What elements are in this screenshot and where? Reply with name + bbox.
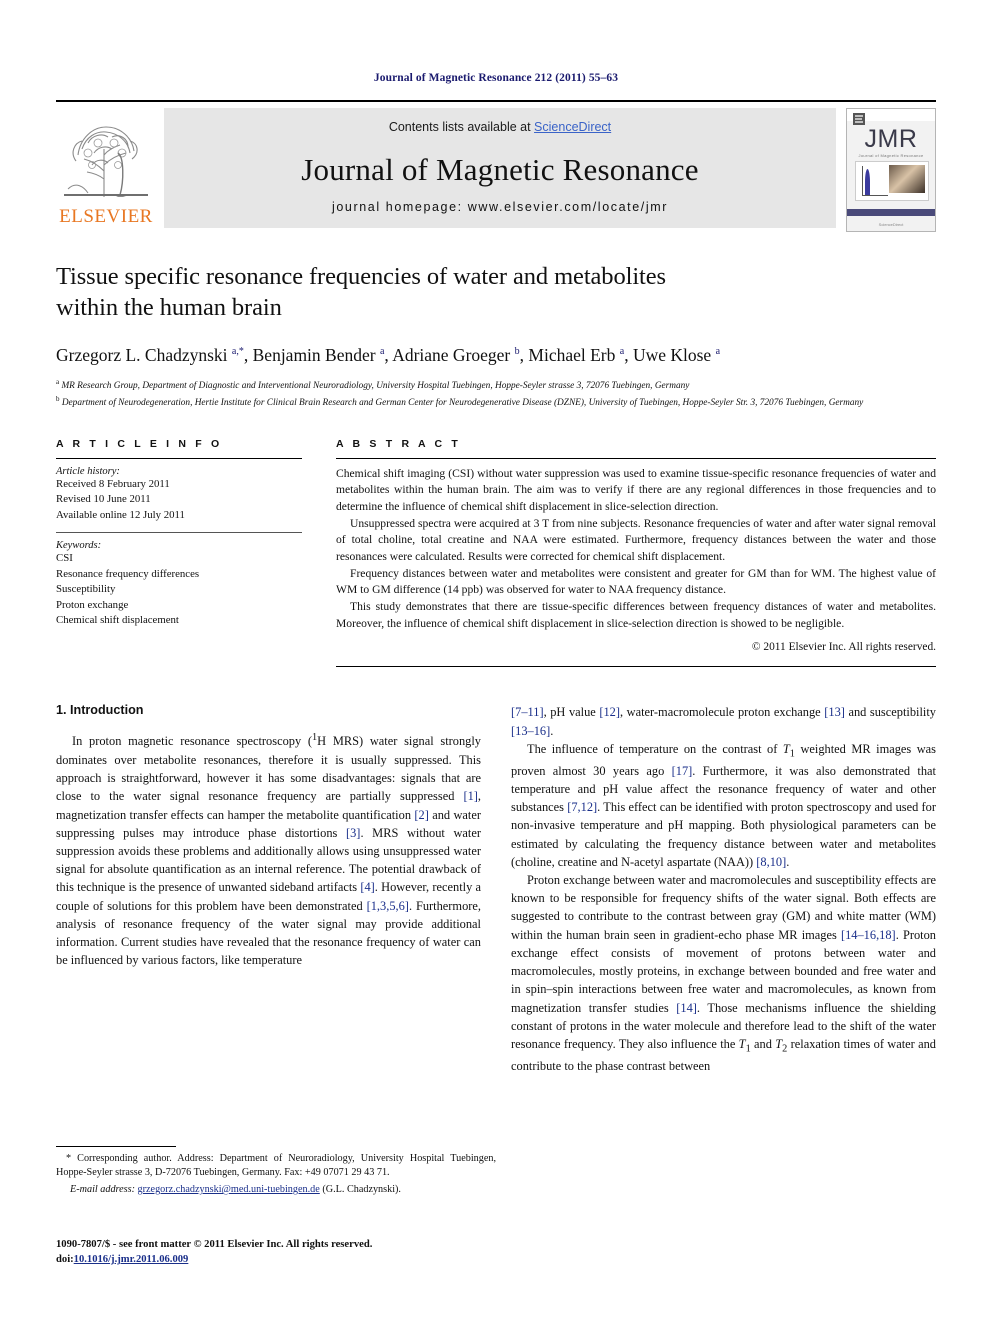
contents-available-line: Contents lists available at ScienceDirec…	[389, 120, 611, 134]
cover-elsevier-icon	[853, 113, 865, 125]
keyword-item: Chemical shift displacement	[56, 614, 179, 627]
doi-line: doi:10.1016/j.jmr.2011.06.009	[56, 1252, 526, 1267]
section-heading-introduction: 1. Introduction	[56, 703, 144, 718]
affiliation-list: a MR Research Group, Department of Diagn…	[56, 377, 936, 410]
cover-title: JMR	[864, 125, 918, 153]
page-title: Tissue specific resonance frequencies of…	[56, 262, 936, 324]
paper-page: Journal of Magnetic Resonance 212 (2011)…	[0, 0, 992, 1323]
cover-figure-brain-image	[889, 165, 925, 193]
issn-doi-footer: 1090-7807/$ - see front matter © 2011 El…	[56, 1237, 526, 1267]
abstract-heading: A B S T R A C T	[336, 437, 461, 450]
issn-line: 1090-7807/$ - see front matter © 2011 El…	[56, 1239, 373, 1250]
elsevier-wordmark: ELSEVIER	[59, 206, 153, 227]
article-info-rule	[56, 457, 302, 459]
abstract-paragraph: Frequency distances between water and me…	[336, 566, 936, 597]
article-info-column: A R T I C L E I N F O Article history: R…	[56, 438, 302, 668]
contents-prefix: Contents lists available at	[388, 120, 535, 134]
article-info-heading: A R T I C L E I N F O	[56, 437, 223, 450]
cover-footer-mark: ScienceDirect	[878, 222, 904, 227]
journal-masthead: ELSEVIER Contents lists available at Sci…	[56, 100, 936, 232]
journal-title: Journal of Magnetic Resonance	[301, 151, 699, 187]
abstract-paragraph: Unsuppressed spectra were acquired at 3 …	[336, 516, 936, 564]
intro-paragraph: Proton exchange between water and macrom…	[511, 872, 936, 1073]
keyword-item: Proton exchange	[56, 598, 129, 611]
footnote-address: * Corresponding author. Address: Departm…	[56, 1153, 496, 1179]
cover-figure-peak	[865, 169, 870, 195]
footnote-rule	[56, 1146, 176, 1147]
keywords-rule	[56, 532, 302, 534]
journal-cover-thumbnail: JMR Journal of Magnetic Resonance Scienc…	[846, 108, 936, 232]
abstract-paragraph: This study demonstrates that there are t…	[336, 600, 936, 630]
title-line-2: within the human brain	[56, 293, 282, 321]
affiliation-b: b Department of Neurodegeneration, Herti…	[56, 395, 864, 409]
intro-paragraph: In proton magnetic resonance spectroscop…	[56, 732, 482, 968]
keyword-item: Susceptibility	[56, 583, 116, 596]
abstract-rule	[336, 457, 936, 459]
running-head: Journal of Magnetic Resonance 212 (2011)…	[373, 72, 619, 84]
cover-color-band	[847, 209, 935, 216]
affiliation-a-text: MR Research Group, Department of Diagnos…	[61, 381, 690, 392]
doi-label: doi:	[56, 1254, 74, 1266]
abstract-paragraph: Chemical shift imaging (CSI) without wat…	[336, 466, 936, 513]
journal-banner: Contents lists available at ScienceDirec…	[164, 108, 836, 228]
sciencedirect-link[interactable]: ScienceDirect	[534, 120, 611, 134]
cover-subtitle: Journal of Magnetic Resonance	[858, 153, 924, 158]
journal-homepage[interactable]: journal homepage: www.elsevier.com/locat…	[332, 200, 668, 214]
email-link[interactable]: grzegorz.chadzynski@med.uni-tuebingen.de	[138, 1184, 320, 1195]
body-columns: 1. Introduction In proton magnetic reson…	[56, 703, 936, 1075]
intro-paragraph: The influence of temperature on the cont…	[511, 741, 936, 869]
elsevier-tree-icon	[58, 109, 154, 205]
article-history-received: Received 8 February 2011	[56, 477, 170, 490]
abstract-bottom-rule	[336, 666, 936, 668]
email-label: E-mail address:	[70, 1183, 135, 1195]
abstract-column: A B S T R A C T Chemical shift imaging (…	[336, 438, 936, 668]
article-history-label: Article history:	[56, 465, 120, 477]
intro-paragraph-continued: [7–11], pH value [12], water-macromolecu…	[511, 705, 936, 738]
affiliation-a: a MR Research Group, Department of Diagn…	[56, 378, 690, 392]
article-history-online: Available online 12 July 2011	[56, 508, 185, 521]
elsevier-logo: ELSEVIER	[56, 108, 156, 228]
footnote-email-line: E-mail address: grzegorz.chadzynski@med.…	[56, 1183, 496, 1197]
title-block: Tissue specific resonance frequencies of…	[56, 262, 936, 411]
info-and-abstract: A R T I C L E I N F O Article history: R…	[56, 438, 936, 668]
author-list: Grzegorz L. Chadzynski a,*, Benjamin Ben…	[56, 344, 721, 365]
article-history-revised: Revised 10 June 2011	[56, 493, 151, 506]
abstract-copyright: © 2011 Elsevier Inc. All rights reserved…	[751, 641, 936, 654]
affiliation-b-text: Department of Neurodegeneration, Hertie …	[61, 398, 864, 409]
corresponding-author-footnote: * Corresponding author. Address: Departm…	[56, 1146, 496, 1197]
body-column-right: [7–11], pH value [12], water-macromolecu…	[511, 703, 936, 1075]
cover-figure	[855, 161, 929, 201]
doi-link[interactable]: 10.1016/j.jmr.2011.06.009	[74, 1254, 189, 1265]
keyword-item: Resonance frequency differences	[56, 567, 200, 580]
keywords-label: Keywords:	[56, 540, 102, 552]
title-line-1: Tissue specific resonance frequencies of…	[56, 263, 666, 290]
keyword-item: CSI	[56, 552, 73, 565]
email-owner: (G.L. Chadzynski).	[322, 1183, 401, 1195]
body-column-left: 1. Introduction In proton magnetic reson…	[56, 703, 481, 1075]
